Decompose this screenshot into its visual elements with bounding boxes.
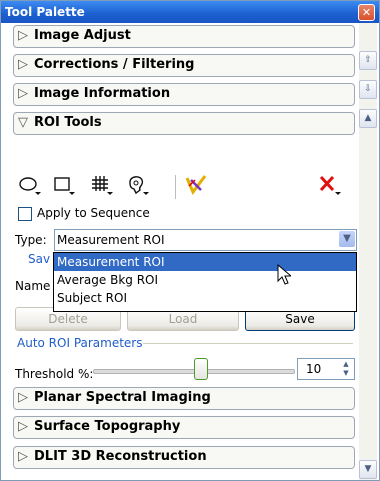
section-corrections-filtering[interactable]: ▷ Corrections / Filtering xyxy=(13,54,355,77)
grid-roi-icon[interactable] xyxy=(89,172,115,200)
title-bar[interactable]: Tool Palette ✕ xyxy=(1,1,379,23)
section-label: Corrections / Filtering xyxy=(34,57,195,72)
roi-type-select[interactable]: Measurement ROI ▼ xyxy=(54,229,357,251)
section-image-information[interactable]: ▷ Image Information xyxy=(13,83,355,106)
toolbar-separator xyxy=(175,175,176,199)
section-label: ROI Tools xyxy=(34,115,102,130)
threshold-label: Threshold %: xyxy=(15,367,94,381)
window-title: Tool Palette xyxy=(5,5,85,19)
section-roi-tools[interactable]: ▽ ROI Tools xyxy=(13,112,355,135)
expand-arrow-icon: ▷ xyxy=(18,86,28,101)
close-icon[interactable]: ✕ xyxy=(358,4,375,21)
expand-arrow-icon: ▷ xyxy=(18,390,28,405)
section-label: Image Adjust xyxy=(34,28,131,43)
apply-to-sequence-checkbox[interactable] xyxy=(18,207,32,221)
apply-to-sequence-label: Apply to Sequence xyxy=(37,206,150,220)
dropdown-option[interactable]: Measurement ROI xyxy=(54,253,356,271)
expand-arrow-icon: ▷ xyxy=(18,28,28,43)
section-surface-topography[interactable]: ▷ Surface Topography xyxy=(13,416,355,439)
section-label: DLIT 3D Reconstruction xyxy=(34,449,207,464)
section-image-adjust[interactable]: ▷ Image Adjust xyxy=(13,25,355,48)
dropdown-option[interactable]: Average Bkg ROI xyxy=(54,271,356,289)
expand-arrow-icon: ▷ xyxy=(18,419,28,434)
section-dlit-3d-reconstruction[interactable]: ▷ DLIT 3D Reconstruction xyxy=(13,446,355,469)
scroll-down-arrow-icon[interactable]: ▼ xyxy=(359,460,377,479)
type-label: Type: xyxy=(15,233,47,247)
spinner-arrows-icon[interactable]: ▲ ▼ xyxy=(339,360,353,378)
section-label: Image Information xyxy=(34,86,171,101)
mouse-pointer-icon xyxy=(277,263,293,289)
scroll-up-arrow-icon[interactable]: ▲ xyxy=(359,109,377,128)
group-divider xyxy=(143,343,353,344)
tool-palette-window: Tool Palette ✕ ▷ Image Adjust ▷ Correcti… xyxy=(0,0,380,481)
expand-arrow-icon: ▷ xyxy=(18,57,28,72)
ellipse-roi-icon[interactable] xyxy=(17,172,43,200)
section-planar-spectral-imaging[interactable]: ▷ Planar Spectral Imaging xyxy=(13,387,355,410)
measure-roi-icon[interactable] xyxy=(183,172,209,200)
roi-toolbar xyxy=(13,172,353,202)
delete-roi-icon[interactable] xyxy=(317,172,343,200)
chevron-down-icon[interactable]: ▼ xyxy=(339,231,355,247)
name-label: Name xyxy=(15,279,51,293)
threshold-value: 10 xyxy=(306,362,322,376)
save-group-legend: Sav xyxy=(28,252,51,266)
expand-arrow-icon: ▷ xyxy=(18,449,28,464)
collapse-arrow-icon: ▽ xyxy=(18,115,28,130)
threshold-spinner[interactable]: 10 ▲ ▼ xyxy=(297,358,355,380)
section-label: Planar Spectral Imaging xyxy=(34,390,211,405)
scroll-down-icon[interactable]: ⇩ xyxy=(359,80,377,99)
vertical-scrollbar[interactable]: ⇧ ⇩ ▲ ▼ xyxy=(359,23,377,480)
roi-type-dropdown-list: Measurement ROI Average Bkg ROI Subject … xyxy=(53,252,357,312)
free-draw-roi-icon[interactable] xyxy=(125,172,151,200)
scroll-up-icon[interactable]: ⇧ xyxy=(359,51,377,70)
rectangle-roi-icon[interactable] xyxy=(51,172,77,200)
dropdown-option[interactable]: Subject ROI xyxy=(54,289,356,307)
roi-type-value: Measurement ROI xyxy=(57,233,165,247)
section-label: Surface Topography xyxy=(34,419,181,434)
auto-roi-parameters-legend: Auto ROI Parameters xyxy=(17,336,143,350)
threshold-slider-thumb[interactable] xyxy=(194,358,208,380)
